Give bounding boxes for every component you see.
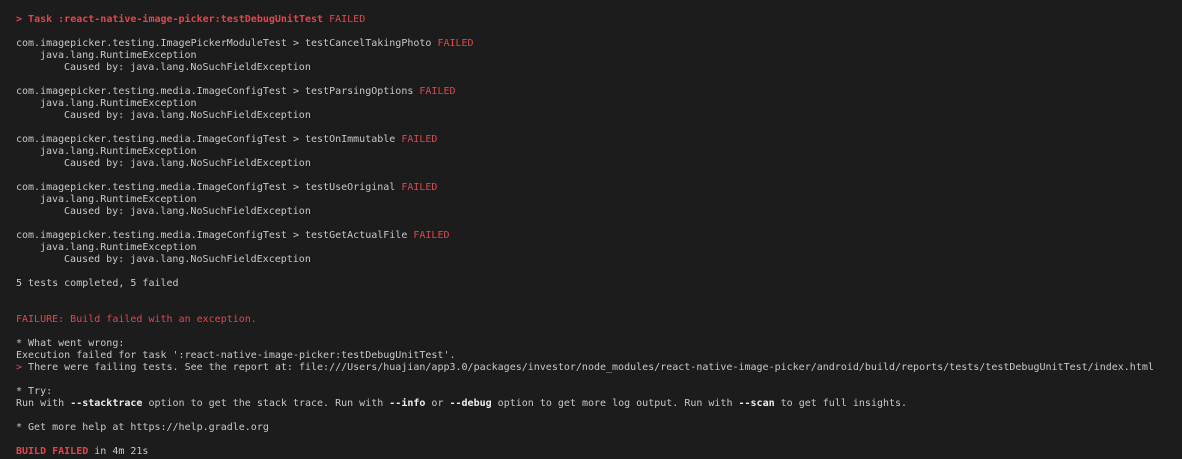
cause-line: Caused by: java.lang.NoSuchFieldExceptio… xyxy=(64,62,311,73)
test-result-line: com.imagepicker.testing.ImagePickerModul… xyxy=(16,38,474,50)
scan-flag: --scan xyxy=(738,398,775,409)
clipped-previous-output: ─── ────── ──── ───── ──── ─────────────… xyxy=(0,0,1182,4)
test-result-line: com.imagepicker.testing.media.ImageConfi… xyxy=(16,134,437,146)
try-header: * Try: xyxy=(16,386,53,397)
build-duration: in 4m 21s xyxy=(88,446,149,457)
try-text: Run with xyxy=(16,398,71,409)
cause-line: Caused by: java.lang.NoSuchFieldExceptio… xyxy=(64,158,311,169)
try-text: option to get more log output. Run with xyxy=(491,398,739,409)
test-status: FAILED xyxy=(419,86,456,97)
task-status: FAILED xyxy=(329,14,366,25)
cause-line: Caused by: java.lang.NoSuchFieldExceptio… xyxy=(64,110,311,121)
test-status: FAILED xyxy=(413,230,450,241)
test-name: com.imagepicker.testing.media.ImageConfi… xyxy=(16,86,414,97)
test-name: com.imagepicker.testing.media.ImageConfi… xyxy=(16,134,396,145)
report-link[interactable]: There were failing tests. See the report… xyxy=(28,362,1154,373)
help-line: * Get more help at https://help.gradle.o… xyxy=(16,422,269,433)
debug-flag: --debug xyxy=(449,398,492,409)
test-summary: 5 tests completed, 5 failed xyxy=(16,278,179,289)
try-text: to get full insights. xyxy=(774,398,908,409)
test-result-line: com.imagepicker.testing.media.ImageConfi… xyxy=(16,86,456,98)
try-text: option to get the stack trace. Run with xyxy=(142,398,390,409)
test-status: FAILED xyxy=(401,134,438,145)
exception-line: java.lang.RuntimeException xyxy=(40,242,197,253)
exception-line: java.lang.RuntimeException xyxy=(40,194,197,205)
info-flag: --info xyxy=(389,398,426,409)
exception-line: java.lang.RuntimeException xyxy=(40,98,197,109)
cause-line: Caused by: java.lang.NoSuchFieldExceptio… xyxy=(64,254,311,265)
test-name: com.imagepicker.testing.media.ImageConfi… xyxy=(16,182,396,193)
test-name: com.imagepicker.testing.media.ImageConfi… xyxy=(16,230,408,241)
what-went-wrong-header: * What went wrong: xyxy=(16,338,125,349)
try-detail: Run with --stacktrace option to get the … xyxy=(16,398,907,410)
terminal-window[interactable]: ─── ────── ──── ───── ──── ─────────────… xyxy=(0,0,1182,459)
test-name: com.imagepicker.testing.ImagePickerModul… xyxy=(16,38,432,49)
build-result-line: BUILD FAILED in 4m 21s xyxy=(16,446,148,458)
test-status: FAILED xyxy=(437,38,474,49)
test-result-line: com.imagepicker.testing.media.ImageConfi… xyxy=(16,230,450,242)
stacktrace-flag: --stacktrace xyxy=(70,398,143,409)
prompt-marker: > xyxy=(16,362,29,373)
task-name: Task :react-native-image-picker:testDebu… xyxy=(28,14,324,25)
cause-line: Caused by: java.lang.NoSuchFieldExceptio… xyxy=(64,206,311,217)
what-went-wrong-detail: Execution failed for task ':react-native… xyxy=(16,350,456,361)
exception-line: java.lang.RuntimeException xyxy=(40,146,197,157)
try-text: or xyxy=(425,398,450,409)
failure-message: FAILURE: Build failed with an exception. xyxy=(16,314,257,325)
test-result-line: com.imagepicker.testing.media.ImageConfi… xyxy=(16,182,437,194)
test-status: FAILED xyxy=(401,182,438,193)
exception-line: java.lang.RuntimeException xyxy=(40,50,197,61)
prompt-marker: > xyxy=(16,14,29,25)
build-failed-label: BUILD FAILED xyxy=(16,446,89,457)
report-line: > There were failing tests. See the repo… xyxy=(16,362,1154,374)
task-line: > Task :react-native-image-picker:testDe… xyxy=(16,14,365,26)
